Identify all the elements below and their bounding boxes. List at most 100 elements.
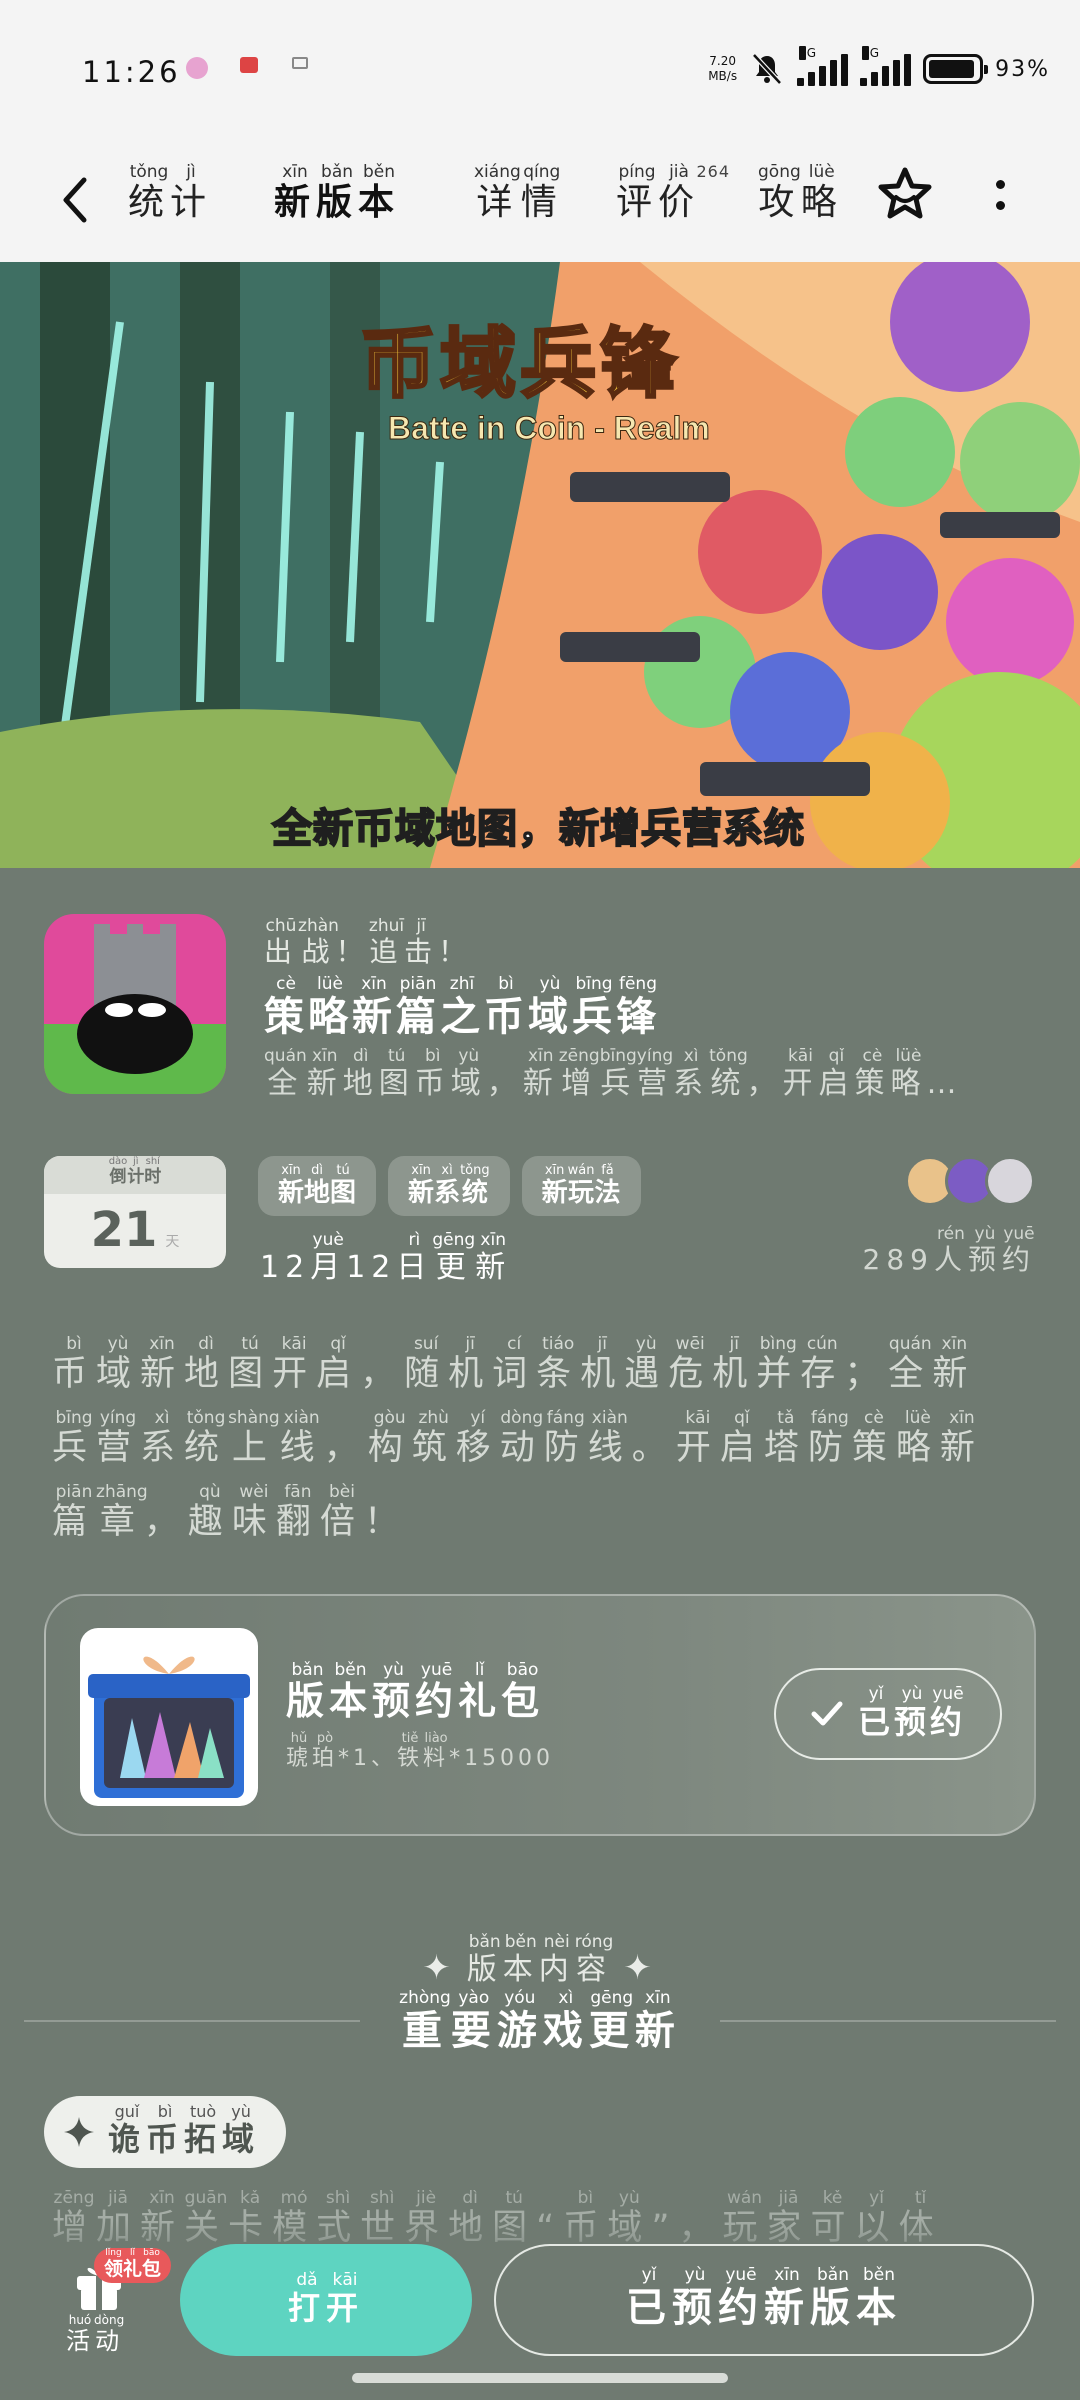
ruby-char: 营yíng [636,1048,674,1101]
ruby-char: 新xīn [278,1162,305,1208]
tab-reviews[interactable]: 评píng价jià 264 [616,162,729,225]
ruby-char: 玩wán [567,1162,595,1208]
ruby-char: 域yù [96,1334,141,1394]
ruby-char: 图tú [378,1048,415,1101]
ruby-char: 评píng [616,162,659,223]
ruby-char: 新xīn [932,1334,977,1394]
ruby-char: 约yuē [718,2265,764,2331]
ruby-char: 计jì [170,162,213,223]
more-vertical-icon [995,201,1005,210]
ruby-char: 币bì [414,1048,451,1101]
tab-guide[interactable]: 攻gōng略lüè [758,162,843,225]
ruby-char: 月yuè [310,1230,347,1285]
battery-fill [929,60,974,78]
ruby-char: 域yù [450,1048,487,1101]
ruby-char: 游yóu [496,1988,543,2054]
reservation-count: 289人rén预yù约yuē [863,1224,1037,1278]
ruby-char: 遇yù [624,1334,669,1394]
tab-stats[interactable]: 统tǒng计jì [128,162,213,225]
tab-new-version[interactable]: 新xīn版bǎn本běn [274,162,401,225]
section-label-text: 版bǎn本běn内nèi容róng [467,1932,614,1987]
ruby-char: 版bǎn [316,162,359,223]
net-speed-unit: MB/s [708,69,738,83]
home-indicator[interactable] [352,2373,728,2383]
ruby-char: 新xīn [939,1408,984,1468]
feature-chip[interactable]: 诡guǐ币bì拓tuò域yù [44,2096,287,2168]
ruby-char: 图tú [228,1334,273,1394]
ruby-char: 域yù [222,2102,261,2158]
ruby-char: 日rì [396,1230,433,1285]
ruby-char: 开kāi [326,2269,365,2327]
countdown-days: 21 天 [44,1194,226,1268]
ruby-char: 珀pò [312,1731,339,1771]
tab-guide-label: 攻gōng略lüè [758,162,843,223]
tab-bar: 统tǒng计jì 新xīn版bǎn本běn 详xiáng情qíng 评píng价… [0,140,1080,262]
plain-char: ！ [438,935,473,968]
signal-label: 5G [799,46,817,60]
ruby-char: 人rén [933,1224,968,1276]
ruby-char: 之zhī [440,974,484,1040]
status-icons: 7.20 MB/s 5G 5G 93% [708,46,1050,92]
sparkle-icon: ✦ [422,1948,457,1988]
gift-reserved-button[interactable]: 已yǐ预yù约yuē [774,1668,1002,1760]
plain-char: 。 [631,1428,676,1468]
ruby-char: 内nèi [538,1932,575,1987]
ruby-char: 新xīn [522,1048,559,1101]
countdown-days-value: 21 [90,1202,158,1258]
ruby-char: 塔tǎ [763,1408,808,1468]
ruby-char: 系xì [140,1408,185,1468]
tab-new-version-label: 新xīn版bǎn本běn [274,162,400,223]
ruby-char: 诡guǐ [108,2102,147,2158]
reserved-new-version-button[interactable]: 已yǐ预yù约yuē新xīn版bǎn本běn [494,2244,1034,2356]
status-time: 11:26 [82,55,181,89]
description-line: 兵bīng营yíng系xì统tǒng上shàng线xiàn，构gòu筑zhù移y… [52,1408,1032,1484]
feature-chip-label: 诡guǐ币bì拓tuò域yù [108,2102,261,2160]
plain-char: ， [143,1502,188,1542]
game-name: 策cè略lüè新xīn篇piān之zhī币bì域yù兵bīng锋fēng [264,974,660,1042]
banner-caption: 全新币域地图，新增兵营系统 [271,805,805,853]
ruby-char: 约yuē [930,1683,967,1741]
game-short-description: 全quán新xīn地dì图tú币bì域yù，新xīn增zēng兵bīng营yín… [264,1048,1034,1102]
ruby-char: 琥hǔ [286,1731,313,1771]
promo-banner[interactable]: 币域兵锋 Batte in Coin - Realm 全新币域地图，新增兵营系统 [0,262,1080,868]
more-options-button[interactable] [990,176,1010,226]
ruby-char: 开kāi [675,1408,720,1468]
ruby-char: 兵bīng [52,1408,97,1468]
banner-title: 币域兵锋 [359,318,680,410]
gift-box-art [88,1656,250,1798]
plain-char: ！ [335,935,370,968]
section-title: 重zhòng要yào游yóu戏xì更gēng新xīn [0,1988,1080,2056]
ruby-char: 全quán [888,1334,933,1394]
sparkle-icon: ✦ [623,1948,658,1988]
ruby-char: 容róng [574,1932,614,1987]
ruby-char: 系xì [434,1162,461,1208]
tab-details[interactable]: 详xiáng情qíng [474,162,563,225]
plain-char: … [926,1066,963,1101]
notification-icon [186,57,208,79]
ruby-char: 策cè [851,1408,896,1468]
ruby-char: 篇piān [396,974,440,1040]
update-date: 12月yuè12日rì更gēng新xīn [260,1230,511,1286]
app-icon-art [44,914,226,1094]
activity-button[interactable]: 领lǐng礼lǐ包bāo 活huó动dòng [60,2248,180,2358]
back-arrow-icon [63,177,87,223]
status-bar: 11:26 7.20 MB/s 5G 5G 93% [0,0,1080,140]
ruby-char: 略lüè [800,162,843,223]
reserved-users[interactable] [905,1156,1035,1206]
open-button[interactable]: 打dǎ开kāi [180,2244,472,2356]
ruby-char: 启qǐ [719,1408,764,1468]
ruby-char: 开kāi [782,1048,819,1101]
ruby-char: 筑zhù [411,1408,456,1468]
ruby-char: 全quán [264,1048,307,1101]
back-button[interactable] [50,170,100,230]
ruby-char: 新xīn [274,162,317,223]
ruby-char: 本běn [856,2265,902,2331]
ruby-char: 新xīn [352,974,396,1040]
net-speed-value: 7.20 [709,54,736,68]
signal-icon: 5G [860,46,912,86]
favorite-button[interactable] [872,162,938,228]
ruby-char: 线xiàn [587,1408,632,1468]
app-icon[interactable] [44,914,226,1094]
mute-icon [752,53,782,85]
ruby-char: 拓tuò [184,2102,223,2158]
